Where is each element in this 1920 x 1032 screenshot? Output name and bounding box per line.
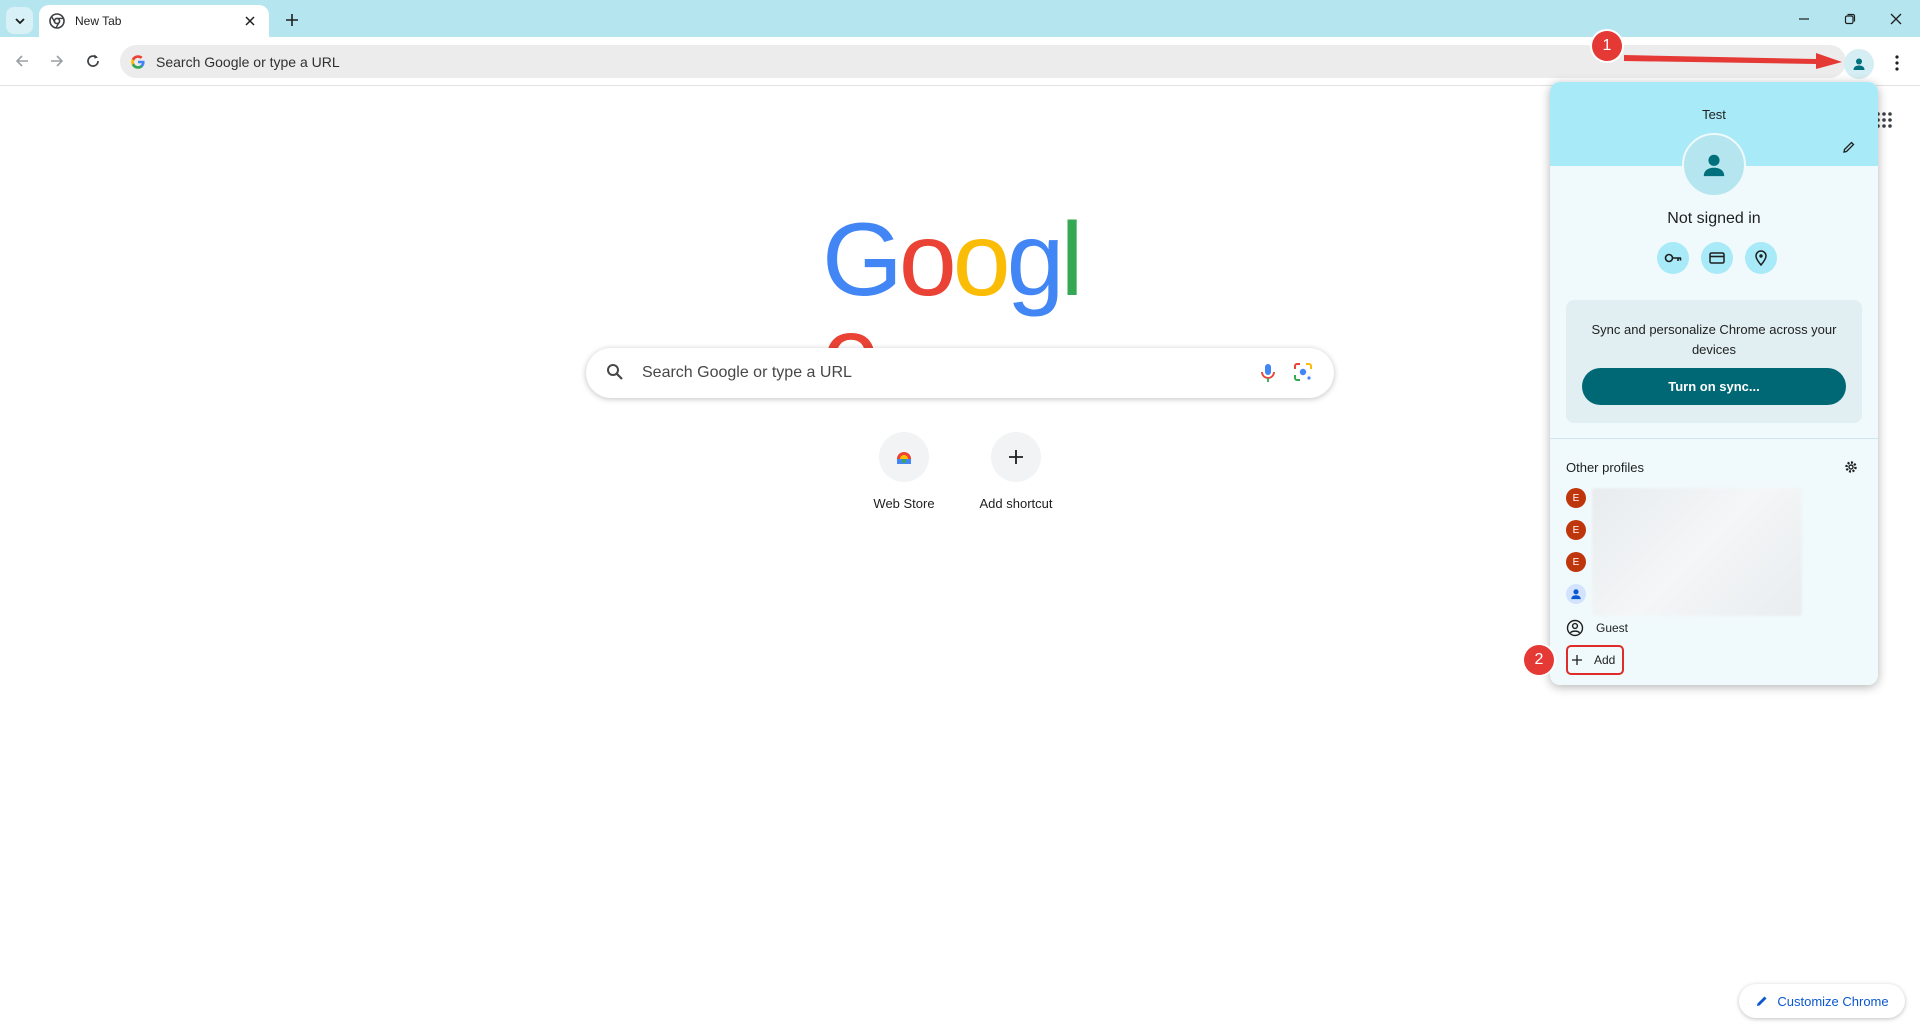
guest-icon: [1566, 619, 1584, 637]
tab-new-tab[interactable]: New Tab: [39, 5, 269, 37]
add-profile-button[interactable]: Add: [1566, 645, 1624, 675]
customize-chrome-label: Customize Chrome: [1777, 993, 1889, 1009]
arrow-right-icon: [51, 55, 64, 67]
tab-title: New Tab: [75, 14, 122, 28]
logo-letter: o: [952, 202, 1011, 318]
person-icon: [1703, 154, 1725, 177]
guest-profile-item[interactable]: Guest: [1566, 612, 1862, 644]
credit-card-icon: [1709, 252, 1725, 264]
plus-icon: [286, 14, 298, 26]
ntp-search-placeholder: Search Google or type a URL: [642, 364, 852, 381]
location-pin-icon: [1755, 250, 1767, 266]
shortcut-icon-container: [991, 432, 1041, 482]
minimize-button[interactable]: [1781, 0, 1827, 37]
sign-in-status: Not signed in: [1667, 210, 1761, 227]
shortcut-label: Add shortcut: [979, 496, 1053, 511]
person-icon: [1571, 589, 1581, 600]
ntp-search-box[interactable]: Search Google or type a URL: [586, 348, 1334, 398]
logo-letter: G: [822, 202, 903, 318]
other-profile-item[interactable]: E: [1566, 514, 1862, 546]
payment-methods-button[interactable]: [1701, 242, 1733, 274]
microphone-icon[interactable]: [1256, 361, 1280, 385]
turn-on-sync-button[interactable]: Turn on sync...: [1582, 368, 1846, 405]
profile-person-avatar: [1566, 584, 1586, 604]
manage-profiles-button[interactable]: [1842, 458, 1860, 476]
chrome-menu-button[interactable]: [1885, 51, 1909, 75]
google-lens-icon[interactable]: [1292, 361, 1316, 385]
more-vert-icon: [1895, 55, 1899, 71]
search-icon: [606, 363, 626, 383]
customize-chrome-button[interactable]: Customize Chrome: [1739, 984, 1905, 1018]
shortcut-icon-container: [879, 432, 929, 482]
omnibox[interactable]: Search Google or type a URL: [120, 45, 1846, 78]
apps-grid-icon: [1876, 112, 1892, 128]
close-window-button[interactable]: [1873, 0, 1919, 37]
profile-letter-avatar: E: [1566, 552, 1586, 572]
new-tab-button[interactable]: [280, 8, 304, 32]
gear-icon: [1845, 461, 1857, 473]
edit-profile-button[interactable]: [1840, 138, 1858, 156]
profile-avatar: [1682, 133, 1746, 197]
profile-letter-avatar: E: [1566, 520, 1586, 540]
reload-button[interactable]: [81, 49, 105, 73]
chrome-icon: [49, 13, 65, 29]
sync-promo-text: Sync and personalize Chrome across your …: [1591, 322, 1837, 357]
profile-menu: Test Not signed in Sync and personalize …: [1550, 82, 1878, 685]
shortcut-add[interactable]: Add shortcut: [960, 430, 1072, 520]
other-profiles-label: Other profiles: [1566, 460, 1645, 475]
divider: [1550, 438, 1878, 439]
shortcut-web-store[interactable]: Web Store: [848, 430, 960, 520]
logo-letter: l: [1060, 202, 1083, 318]
person-icon: [1853, 58, 1865, 70]
annotation-marker-1: 1: [1592, 31, 1622, 61]
back-button[interactable]: [10, 49, 34, 73]
forward-button[interactable]: [45, 49, 69, 73]
minimize-icon: [1799, 17, 1809, 20]
google-g-icon: [130, 54, 146, 70]
logo-letter: g: [1006, 202, 1065, 318]
restore-icon: [1844, 13, 1856, 24]
restore-button[interactable]: [1827, 0, 1873, 37]
plus-icon: [1009, 450, 1023, 464]
add-profile-label: Add: [1594, 653, 1616, 667]
profile-quick-actions: [1657, 242, 1777, 274]
google-logo: Google: [822, 202, 1098, 406]
profile-letter-avatar: E: [1566, 488, 1586, 508]
close-icon: [1890, 13, 1902, 24]
logo-letter: o: [898, 202, 957, 318]
tab-search-button[interactable]: [6, 7, 33, 34]
sync-promo-card: Sync and personalize Chrome across your …: [1566, 300, 1862, 423]
plus-icon: [1572, 655, 1582, 665]
key-icon: [1664, 253, 1682, 263]
reload-icon: [87, 54, 99, 67]
addresses-button[interactable]: [1745, 242, 1777, 274]
other-profile-item[interactable]: E: [1566, 482, 1862, 514]
close-tab-icon[interactable]: [241, 12, 259, 30]
pencil-icon: [1843, 141, 1855, 153]
tab-strip: New Tab: [0, 0, 1920, 37]
passwords-button[interactable]: [1657, 242, 1689, 274]
profile-name: Test: [1702, 107, 1726, 122]
guest-label: Guest: [1596, 621, 1629, 635]
annotation-arrow: [1624, 53, 1842, 69]
chevron-down-icon: [14, 17, 25, 24]
arrow-left-icon: [15, 55, 28, 67]
pencil-icon: [1757, 996, 1767, 1006]
omnibox-placeholder: Search Google or type a URL: [156, 53, 340, 70]
annotation-marker-2: 2: [1524, 645, 1554, 675]
web-store-icon: [897, 452, 911, 464]
other-profile-item[interactable]: [1566, 578, 1862, 610]
profile-button[interactable]: [1844, 49, 1874, 79]
other-profile-item[interactable]: E: [1566, 546, 1862, 578]
shortcut-label: Web Store: [873, 496, 935, 511]
